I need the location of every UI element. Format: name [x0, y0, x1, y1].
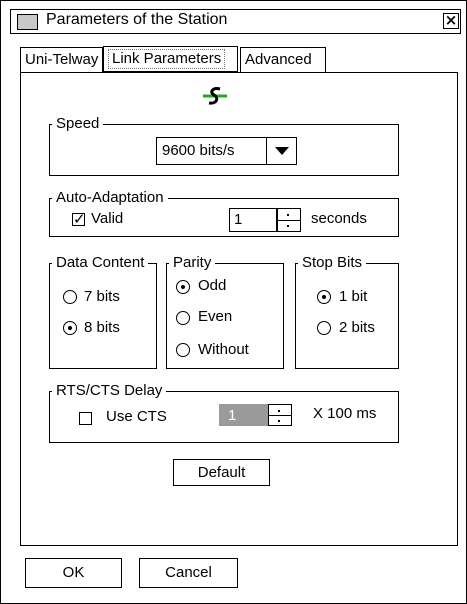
tab-label: Uni-Telway	[25, 51, 99, 68]
stop-1bit-label: 1 bit	[339, 288, 368, 305]
parity-odd-label: Odd	[198, 277, 227, 294]
delay-unit-label: X 100 ms	[313, 405, 377, 422]
stop-1bit-radio[interactable]	[317, 290, 331, 304]
stop-bits-legend: Stop Bits	[298, 254, 367, 271]
delay-spinner[interactable]	[268, 404, 292, 426]
speed-select[interactable]: 9600 bits/s	[156, 137, 297, 165]
parity-without-label: Without	[198, 341, 249, 358]
tab-uni-telway[interactable]: Uni-Telway	[20, 47, 103, 72]
window-icon	[17, 14, 38, 30]
adaptation-seconds-spinner[interactable]	[277, 208, 301, 232]
parity-even-radio[interactable]	[176, 311, 190, 325]
delay-field[interactable]: 1	[219, 404, 268, 426]
tab-label: Advanced	[245, 51, 312, 68]
adaptation-seconds-value: 1	[234, 211, 243, 228]
data-content-group: Data Content	[49, 254, 157, 369]
delay-value: 1	[228, 407, 237, 424]
connection-icon	[203, 87, 227, 105]
default-button[interactable]: Default	[173, 459, 270, 486]
parameters-dialog: Parameters of the Station × Uni-Telway L…	[0, 0, 467, 604]
parity-legend: Parity	[169, 254, 216, 271]
tab-link-parameters[interactable]: Link Parameters	[103, 46, 238, 72]
parity-even-label: Even	[198, 308, 233, 325]
valid-label: Valid	[91, 210, 124, 227]
tab-label: Link Parameters	[108, 49, 226, 69]
speed-value: 9600 bits/s	[162, 142, 235, 159]
use-cts-checkbox[interactable]	[79, 412, 92, 425]
stop-2bits-radio[interactable]	[317, 321, 331, 335]
close-icon[interactable]: ×	[443, 13, 459, 29]
data-content-legend: Data Content	[52, 254, 149, 271]
parity-odd-radio[interactable]	[176, 280, 190, 294]
data-7bits-radio[interactable]	[63, 290, 77, 304]
data-8bits-label: 8 bits	[84, 319, 120, 336]
use-cts-label: Use CTS	[106, 408, 167, 425]
stop-bits-group: Stop Bits	[295, 254, 399, 369]
rts-cts-legend: RTS/CTS Delay	[52, 382, 167, 399]
window-title: Parameters of the Station	[46, 11, 228, 28]
speed-legend: Speed	[52, 115, 104, 132]
stop-2bits-label: 2 bits	[339, 319, 375, 336]
tab-advanced[interactable]: Advanced	[240, 47, 326, 72]
auto-adaptation-legend: Auto-Adaptation	[52, 189, 168, 206]
chevron-down-icon[interactable]	[266, 138, 296, 164]
ok-button[interactable]: OK	[25, 558, 122, 588]
valid-checkbox[interactable]	[72, 210, 86, 228]
parity-without-radio[interactable]	[176, 343, 190, 357]
seconds-unit-label: seconds	[311, 210, 367, 227]
data-7bits-label: 7 bits	[84, 288, 120, 305]
data-8bits-radio[interactable]	[63, 321, 77, 335]
cancel-button[interactable]: Cancel	[139, 558, 238, 588]
adaptation-seconds-field[interactable]: 1	[229, 208, 277, 232]
